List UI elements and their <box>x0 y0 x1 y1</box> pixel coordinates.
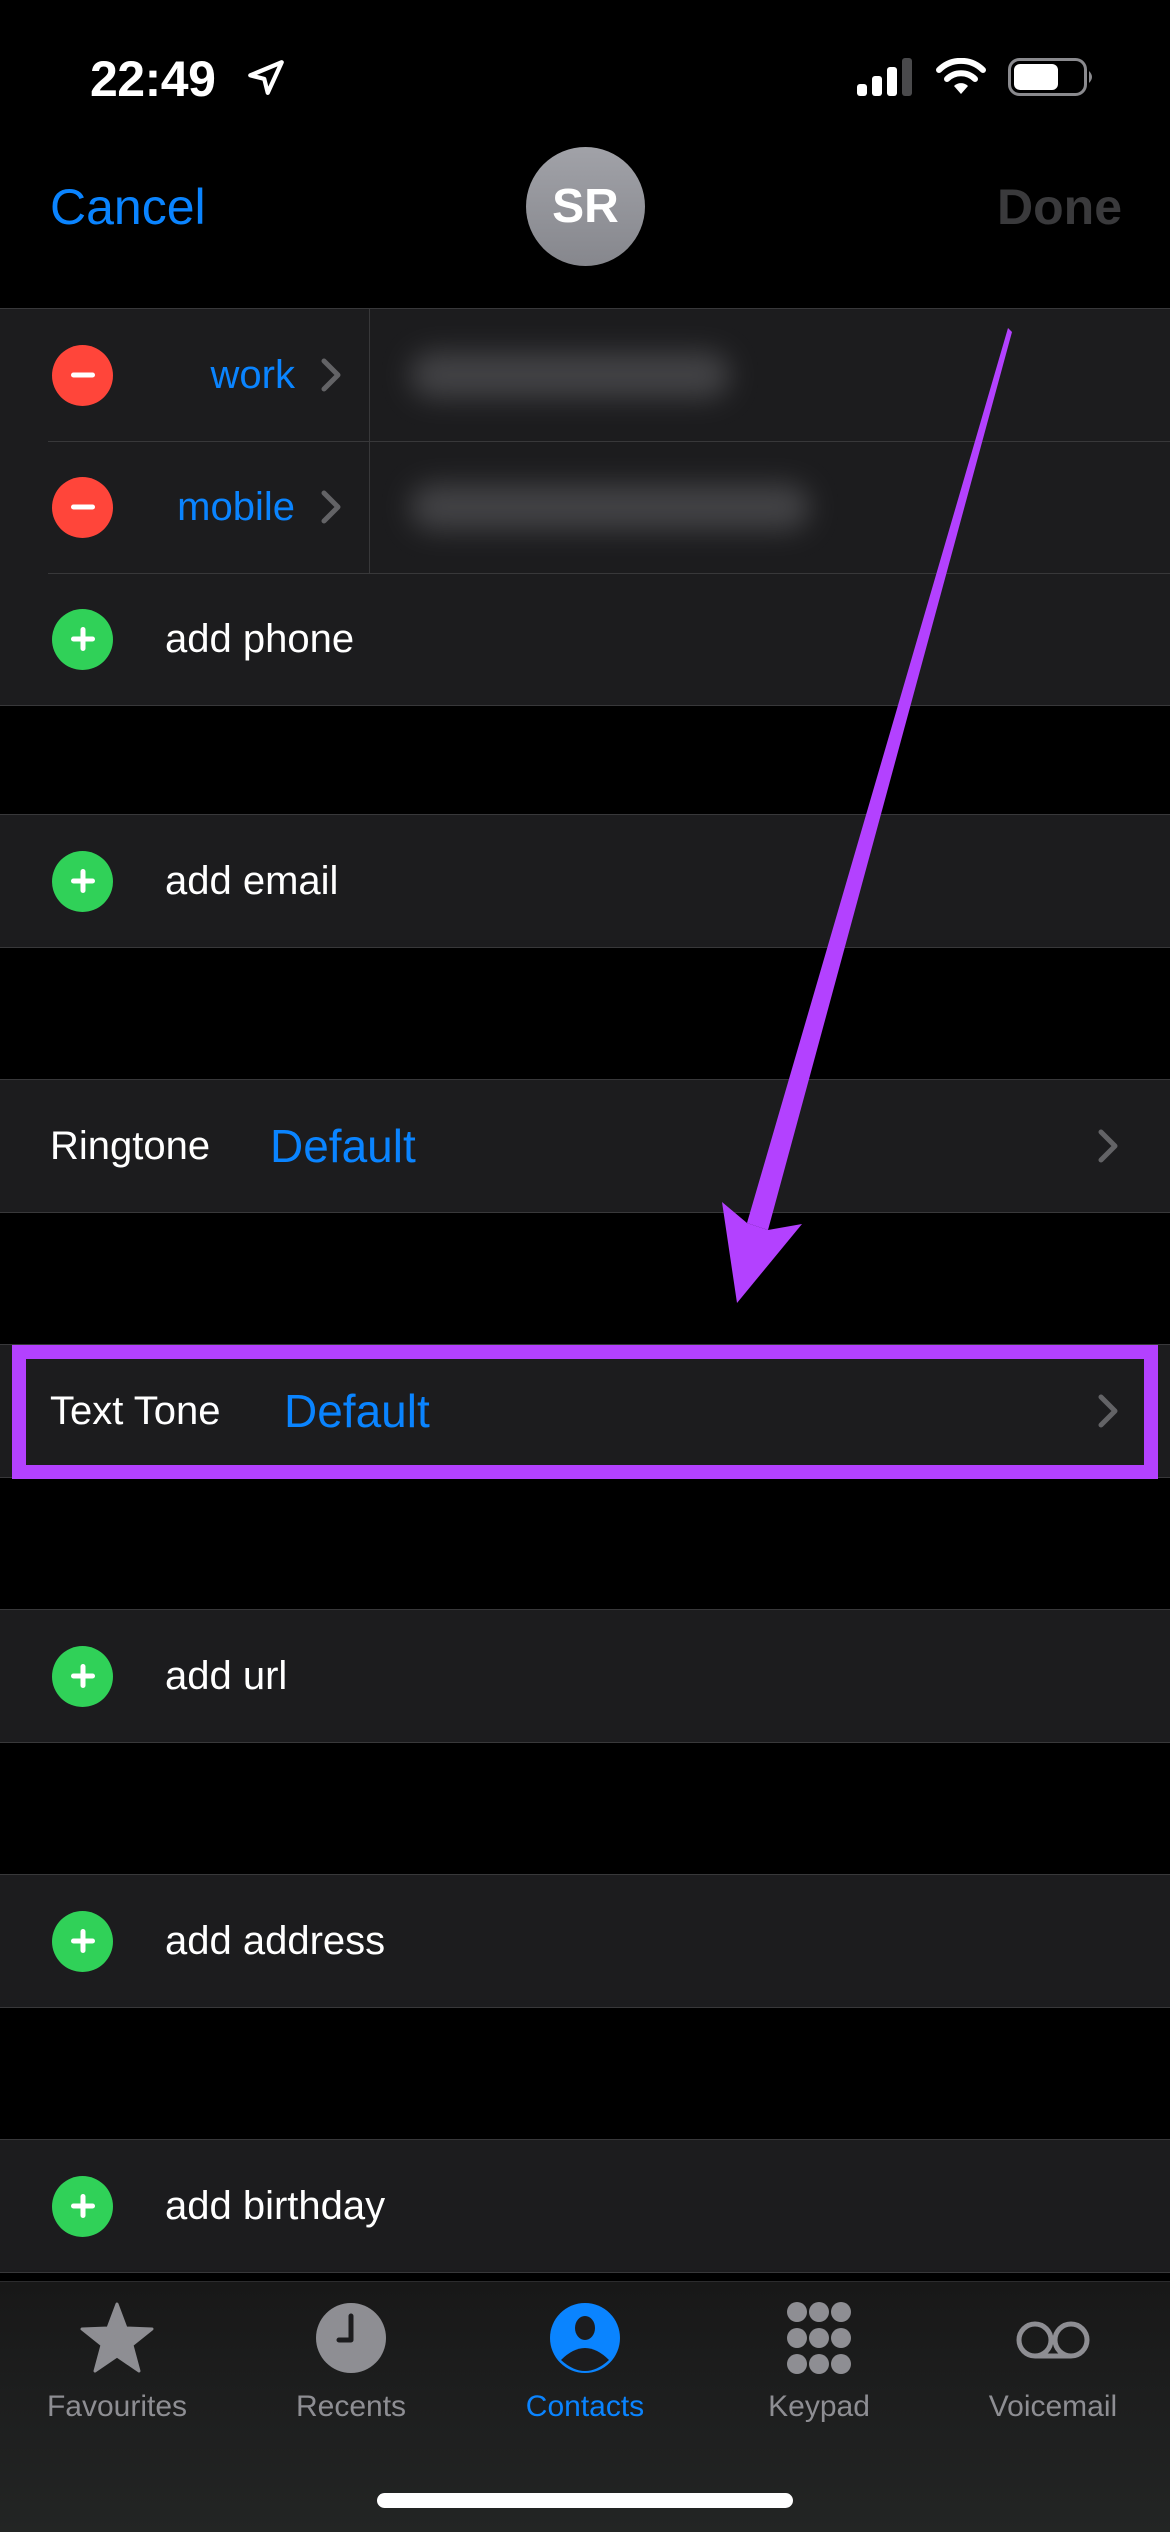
tab-label: Favourites <box>46 2390 188 2423</box>
text-tone-row[interactable]: Text Tone Default <box>0 1345 1170 1477</box>
chevron-right-icon <box>1098 1394 1118 1428</box>
address-section: add address <box>0 1874 1170 2008</box>
minus-icon <box>70 372 95 378</box>
divider <box>369 441 370 573</box>
text-tone-label: Text Tone <box>50 1388 221 1433</box>
phone-number-field-redacted[interactable] <box>410 352 730 398</box>
ringtone-value: Default <box>270 1120 416 1172</box>
tab-label: Keypad <box>768 2390 870 2423</box>
contact-avatar[interactable]: SR <box>526 147 645 266</box>
add-url-row[interactable]: add url <box>0 1610 1170 1742</box>
delete-phone-button[interactable] <box>52 344 113 406</box>
text-tone-section: Text Tone Default <box>0 1344 1170 1478</box>
tab-label: Recents <box>295 2390 407 2423</box>
ringtone-section: Ringtone Default <box>0 1079 1170 1213</box>
email-section: add email <box>0 814 1170 948</box>
tab-favourites[interactable]: Favourites <box>0 2282 234 2452</box>
add-address-button[interactable] <box>52 1910 113 1972</box>
add-phone-button[interactable] <box>52 608 113 670</box>
phone-number-field-redacted[interactable] <box>410 484 810 530</box>
add-birthday-button[interactable] <box>52 2175 113 2237</box>
url-section: add url <box>0 1609 1170 1743</box>
cellular-signal-icon <box>857 58 912 96</box>
tab-recents[interactable]: Recents <box>234 2282 468 2452</box>
chevron-right-icon <box>321 358 341 392</box>
clock-icon <box>316 2303 386 2373</box>
tab-label: Voicemail <box>988 2390 1118 2423</box>
plus-icon <box>70 869 95 893</box>
chevron-right-icon <box>321 490 341 524</box>
tab-voicemail[interactable]: Voicemail <box>936 2282 1170 2452</box>
ringtone-row[interactable]: Ringtone Default <box>0 1080 1170 1212</box>
home-indicator[interactable] <box>377 2493 793 2508</box>
star-icon <box>80 2302 154 2373</box>
done-button[interactable]: Done <box>997 178 1122 236</box>
add-phone-row[interactable]: add phone <box>0 573 1170 705</box>
plus-icon <box>70 2194 95 2218</box>
add-url-button[interactable] <box>52 1645 113 1707</box>
add-email-button[interactable] <box>52 850 113 912</box>
plus-icon <box>70 627 95 651</box>
avatar-initials: SR <box>552 180 619 233</box>
birthday-section: add birthday <box>0 2139 1170 2273</box>
text-tone-value: Default <box>284 1385 430 1437</box>
wifi-icon <box>936 58 986 94</box>
add-address-label: add address <box>165 1918 386 1963</box>
divider <box>369 309 370 441</box>
phone-section: work mobile add phone <box>0 308 1170 706</box>
person-circle-icon <box>550 2303 620 2373</box>
add-email-label: add email <box>165 858 339 903</box>
add-birthday-label: add birthday <box>165 2183 386 2228</box>
tab-keypad[interactable]: Keypad <box>702 2282 936 2452</box>
phone-label-button[interactable]: mobile <box>177 485 295 530</box>
chevron-right-icon <box>1098 1129 1118 1163</box>
tab-contacts[interactable]: Contacts <box>468 2282 702 2452</box>
location-arrow-icon <box>248 60 284 95</box>
add-email-row[interactable]: add email <box>0 815 1170 947</box>
keypad-icon <box>787 2302 851 2374</box>
battery-icon <box>1008 58 1092 96</box>
annotation-arrow-head <box>722 1202 802 1303</box>
phone-row-work: work <box>0 309 1170 441</box>
ringtone-label: Ringtone <box>50 1123 211 1168</box>
phone-row-mobile: mobile <box>0 441 1170 573</box>
status-time: 22:49 <box>90 51 216 107</box>
add-phone-label: add phone <box>165 616 355 661</box>
phone-label-button[interactable]: work <box>211 353 295 398</box>
plus-icon <box>70 1664 95 1688</box>
add-url-label: add url <box>165 1653 288 1698</box>
tab-label: Contacts <box>525 2390 645 2423</box>
add-address-row[interactable]: add address <box>0 1875 1170 2007</box>
voicemail-icon <box>1016 2321 1090 2359</box>
minus-icon <box>70 504 95 510</box>
plus-icon <box>70 1929 95 1953</box>
delete-phone-button[interactable] <box>52 476 113 538</box>
cancel-button[interactable]: Cancel <box>50 178 206 236</box>
add-birthday-row[interactable]: add birthday <box>0 2140 1170 2272</box>
